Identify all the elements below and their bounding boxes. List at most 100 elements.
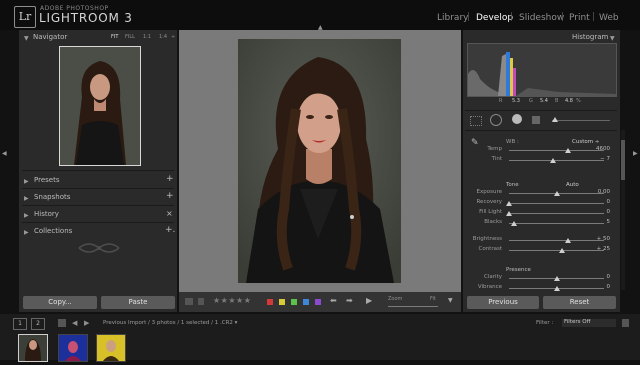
play-icon[interactable]: ▶ [366, 296, 372, 305]
zoom-ratio[interactable]: 1:4 [159, 34, 167, 40]
b-value: 4.8 [565, 98, 573, 104]
forward-arrow-icon[interactable]: ▶ [84, 319, 89, 327]
zoom-dropdown-icon[interactable]: ÷ [171, 34, 175, 40]
zoom-fill[interactable]: FILL [125, 34, 135, 40]
toolbar-menu-icon[interactable]: ▼ [448, 297, 453, 304]
exposure-value[interactable]: 0.00 [590, 189, 610, 195]
clarity-label: Clarity [484, 274, 502, 280]
clarity-slider-knob[interactable] [553, 276, 560, 281]
module-library[interactable]: Library [437, 13, 468, 23]
exposure-label: Exposure [476, 189, 502, 195]
crop-icon[interactable] [470, 116, 482, 126]
filmstrip-thumbnail[interactable] [58, 334, 88, 362]
vibrance-label: Vibrance [477, 284, 502, 290]
collections-header[interactable]: Collections [34, 227, 72, 235]
vibrance-slider-knob[interactable] [553, 286, 560, 291]
recovery-value[interactable]: 0 [590, 199, 611, 205]
zoom-slider[interactable] [388, 306, 438, 307]
portrait-photo [238, 39, 401, 283]
main-photo[interactable] [238, 39, 401, 283]
copy-settings-button[interactable]: Copy... [23, 296, 97, 309]
blacks-slider-knob[interactable] [510, 221, 517, 226]
presets-header[interactable]: Presets [34, 176, 59, 184]
previous-settings-button[interactable]: Previous [467, 296, 539, 309]
auto-tone-button[interactable]: Auto [566, 182, 579, 188]
back-arrow-icon[interactable]: ◀ [72, 319, 77, 327]
history-header[interactable]: History [34, 210, 59, 218]
label-red[interactable] [267, 299, 273, 305]
brightness-value[interactable]: + 50 [590, 236, 610, 242]
label-yellow[interactable] [279, 299, 285, 305]
secondary-window-button[interactable]: 2 [31, 318, 45, 330]
filmstrip-thumbnail-selected[interactable] [18, 334, 48, 362]
presets-expand-icon[interactable]: ▶ [24, 178, 29, 185]
primary-window-button[interactable]: 1 [13, 318, 27, 330]
filmstrip-source-info[interactable]: Previous Import / 3 photos / 1 selected … [103, 320, 237, 326]
filter-lock-icon[interactable] [622, 319, 629, 327]
contrast-slider-knob[interactable] [559, 248, 566, 253]
histogram[interactable] [467, 43, 617, 97]
fill-light-slider-knob[interactable] [506, 211, 512, 216]
history-expand-icon[interactable]: ▶ [24, 212, 29, 219]
module-separator: | [467, 12, 471, 22]
clear-history-icon[interactable]: × [166, 209, 173, 218]
module-develop[interactable]: Develop [476, 13, 513, 23]
clarity-value[interactable]: 0 [590, 274, 611, 280]
exposure-slider-knob[interactable] [553, 191, 560, 196]
add-preset-icon[interactable]: + [166, 174, 174, 184]
filmstrip-thumbnail[interactable] [96, 334, 126, 362]
brush-slider-knob[interactable] [552, 117, 558, 122]
right-panel-toggle-icon[interactable]: ▶ [633, 150, 638, 157]
module-slideshow[interactable]: Slideshow [519, 13, 564, 23]
navigator-preview[interactable] [59, 46, 141, 166]
snapshots-header[interactable]: Snapshots [34, 193, 70, 201]
vibrance-value[interactable]: 0 [590, 284, 611, 290]
label-blue[interactable] [303, 299, 309, 305]
wb-dropdown[interactable]: Custom ÷ [572, 139, 599, 145]
blacks-value[interactable]: 5 [590, 219, 611, 225]
brightness-slider-knob[interactable] [564, 238, 571, 243]
recovery-slider-knob[interactable] [506, 201, 512, 206]
right-panel-scroll-thumb[interactable] [621, 140, 625, 180]
brush-slider[interactable] [552, 120, 610, 121]
r-label: R [499, 98, 503, 104]
zoom-one-to-one[interactable]: 1:1 [143, 34, 151, 40]
star-rating[interactable]: ★★★★★ [213, 296, 251, 305]
fill-light-value[interactable]: 0 [590, 209, 611, 215]
filter-dropdown[interactable]: Filters Off [562, 319, 616, 327]
add-collection-icon[interactable]: +. [165, 225, 175, 235]
navigator-title: Navigator [33, 33, 68, 41]
flag-icon[interactable] [198, 298, 204, 305]
module-web[interactable]: Web [599, 13, 619, 23]
divider [22, 170, 174, 171]
thumbnail-portrait [25, 339, 41, 361]
previous-photo-icon[interactable]: ⬅ [330, 296, 337, 305]
thumbnail-yellow [97, 335, 125, 361]
next-photo-icon[interactable]: ➡ [346, 296, 353, 305]
add-snapshot-icon[interactable]: + [166, 191, 174, 201]
collections-expand-icon[interactable]: ▶ [24, 229, 29, 236]
tint-slider-knob[interactable] [549, 158, 556, 163]
contrast-value[interactable]: + 25 [590, 246, 610, 252]
left-panel-toggle-icon[interactable]: ◀ [2, 150, 7, 157]
view-mode-icon[interactable] [185, 298, 193, 305]
graduated-filter-icon[interactable] [532, 116, 540, 124]
wb-label: WB : [506, 139, 519, 145]
snapshots-expand-icon[interactable]: ▶ [24, 195, 29, 202]
tint-value[interactable]: − 7 [590, 156, 610, 162]
histogram-collapse-icon[interactable]: ▼ [610, 35, 615, 42]
reset-button[interactable]: Reset [543, 296, 616, 309]
paste-settings-button[interactable]: Paste [101, 296, 175, 309]
label-green[interactable] [291, 299, 297, 305]
grid-view-icon[interactable] [58, 319, 66, 327]
navigator-collapse-icon[interactable]: ▼ [24, 35, 29, 42]
red-eye-icon[interactable] [512, 114, 522, 124]
spot-removal-icon[interactable] [490, 114, 502, 126]
module-print[interactable]: Print [569, 13, 590, 23]
percent-unit: % [576, 98, 581, 104]
temp-value[interactable]: 4600 [590, 146, 610, 152]
label-purple[interactable] [315, 299, 321, 305]
brightness-label: Brightness [472, 236, 502, 242]
temp-slider-knob[interactable] [564, 148, 571, 153]
zoom-fit[interactable]: FIT [111, 34, 118, 40]
